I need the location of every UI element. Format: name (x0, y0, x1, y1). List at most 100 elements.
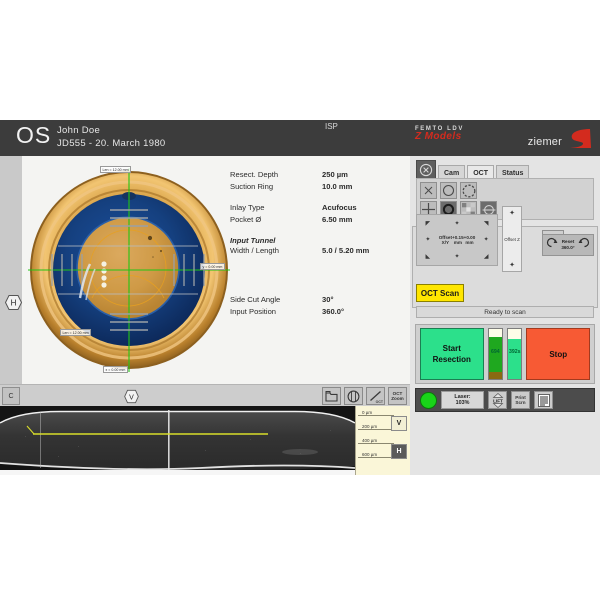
ziemer-logo-icon (566, 128, 592, 150)
offset-z-label: Offset Z (504, 236, 520, 242)
nudge-down-right-button[interactable]: ◢ (475, 248, 497, 265)
product-brand: FEMTO LDV Z Models (415, 126, 464, 142)
imaging-pane: H Len = 12.00 mm Len = 12.00 mm y = 0.00… (0, 156, 410, 406)
param-row: Pocket Ø 6.50 mm (230, 215, 410, 227)
left-gutter (0, 156, 22, 384)
param-key: Suction Ring (230, 182, 274, 191)
param-key: Side Cut Angle (230, 295, 281, 304)
rotate-cw-button[interactable] (578, 236, 591, 254)
nudge-down-button[interactable]: ✦ (439, 248, 476, 265)
image-toolbar: C V OCT OCT Zoom (0, 384, 410, 406)
print-line2: Scrn (515, 400, 526, 405)
scale-tick: 0 µm (358, 410, 394, 416)
scale-vertical-button[interactable]: V (391, 416, 407, 431)
scale-tick: 200 µm (358, 424, 394, 430)
company-name: ziemer (527, 136, 562, 148)
scan-status-bar: Ready to scan (416, 306, 594, 318)
gauge-shot-count: 694 (487, 328, 503, 380)
laser-value: 103% (455, 400, 470, 406)
system-status-bar: Laser: 103% LIFT Print Scrn (415, 388, 595, 412)
start-resection-button[interactable]: Start Resection (420, 328, 484, 380)
lift-button[interactable]: LIFT (488, 391, 507, 409)
image-label-right: y = 0.00 mm (200, 263, 225, 270)
rotation-reset-readout[interactable]: Reset 360.0° (561, 239, 574, 251)
brand-line-2: Z Models (415, 131, 462, 142)
gauge-left-marker (488, 372, 502, 379)
patient-id-dob: JD555 - 20. March 1980 (57, 138, 166, 149)
scale-horizontal-button[interactable]: H (391, 444, 407, 459)
start-button-line1: Start (442, 344, 461, 353)
oct-zoom-button[interactable]: OCT Zoom (388, 387, 407, 405)
param-value: 6.50 mm (322, 215, 353, 224)
no-overlay-icon[interactable] (420, 182, 437, 199)
param-value: 10.0 mm (322, 182, 353, 191)
patient-name: John Doe (57, 125, 101, 136)
param-value: 30° (322, 295, 334, 304)
oct-circle-icon[interactable] (344, 387, 363, 405)
offset-xy-readout: Offset X/Y +0.15 mm +0.00 mm (439, 232, 476, 249)
c-button[interactable]: C (2, 387, 20, 405)
stop-button[interactable]: Stop (526, 328, 590, 380)
param-row: Resect. Depth 250 µm (230, 170, 410, 182)
svg-text:LIFT: LIFT (493, 398, 503, 403)
image-tool-buttons: OCT OCT Zoom (322, 387, 407, 405)
svg-text:H: H (11, 299, 17, 308)
folder-icon[interactable] (322, 387, 341, 405)
gauge-left-value: 694 (490, 349, 500, 355)
rotation-control: Reset 360.0° (542, 234, 594, 256)
param-group-resection: Resect. Depth 250 µm Suction Ring 10.0 m… (230, 170, 410, 194)
nudge-left-button[interactable]: ✦ (417, 232, 439, 249)
offset-xy-title: Offset X/Y (438, 234, 453, 245)
oct-bscan-svg (0, 406, 355, 475)
gauge-right-fill (508, 339, 522, 379)
param-key: Resect. Depth (230, 170, 279, 179)
resection-action-panel: Start Resection 694 392s Stop (415, 324, 595, 384)
offset-z-control[interactable]: ✦ Offset Z ✦ (502, 206, 522, 272)
circle-overlay-icon[interactable] (440, 182, 457, 199)
view-tabs: Cam OCT Status (416, 160, 530, 180)
oct-line-icon[interactable]: OCT (366, 387, 385, 405)
orientation-h-icon[interactable]: H (4, 294, 23, 311)
image-label-bottom: x = 0.00 mm (103, 366, 128, 373)
print-screen-button[interactable]: Print Scrn (511, 391, 530, 409)
param-row: Inlay Type Acufocus (230, 203, 410, 215)
eye-camera-image[interactable]: Len = 12.00 mm Len = 12.00 mm y = 0.00 m… (22, 158, 235, 380)
app-header: OS John Doe JD555 - 20. March 1980 ISP F… (0, 120, 600, 156)
camera-target-icon[interactable] (416, 160, 436, 180)
offset-z-down-button[interactable]: ✦ (509, 261, 515, 271)
oct-scan-button[interactable]: OCT Scan (416, 284, 464, 302)
param-row: Suction Ring 10.0 mm (230, 182, 410, 194)
param-group-sidecut: Side Cut Angle 30° Input Position 360.0° (230, 295, 410, 319)
oct-zoom-line2: Zoom (391, 396, 404, 401)
rotate-ccw-button[interactable] (545, 236, 558, 254)
oct-bscan-view[interactable] (0, 406, 355, 475)
orientation-v-icon[interactable]: V (124, 389, 139, 404)
gauge-right-value: 392s (508, 349, 521, 355)
application-window: OS John Doe JD555 - 20. March 1980 ISP F… (0, 120, 600, 475)
control-panel: Cam OCT Status ◤ ✦ ◥ ✦ Offset X/Y +0.15 … (410, 156, 600, 475)
param-row: Side Cut Angle 30° (230, 295, 410, 307)
nudge-down-left-button[interactable]: ◣ (417, 248, 439, 265)
treatment-parameters: Resect. Depth 250 µm Suction Ring 10.0 m… (230, 170, 410, 328)
start-button-line2: Resection (432, 355, 471, 364)
param-value: 5.0 / 5.20 mm (322, 246, 370, 255)
param-value: Acufocus (322, 203, 357, 212)
nudge-up-left-button[interactable]: ◤ (417, 215, 439, 232)
offset-z-up-button[interactable]: ✦ (509, 207, 515, 217)
offset-xy-pad[interactable]: ◤ ✦ ◥ ✦ Offset X/Y +0.15 mm +0.00 mm ✦ ◣… (416, 214, 498, 266)
param-row: Width / Length 5.0 / 5.20 mm (230, 246, 410, 258)
nudge-up-button[interactable]: ✦ (439, 215, 476, 232)
scale-tick: 400 µm (358, 438, 394, 444)
param-row: Input Position 360.0° (230, 307, 410, 319)
eye-side-label: OS (16, 122, 52, 148)
nudge-up-right-button[interactable]: ◥ (475, 215, 497, 232)
offset-x-value: +0.15 mm (452, 234, 464, 245)
dashed-circle-overlay-icon[interactable] (460, 182, 477, 199)
param-key: Input Position (230, 307, 277, 316)
svg-text:V: V (129, 394, 134, 401)
list-log-button[interactable] (534, 391, 553, 409)
mode-label: ISP (325, 122, 338, 131)
nudge-right-button[interactable]: ✦ (475, 232, 497, 249)
laser-power-readout[interactable]: Laser: 103% (441, 391, 484, 409)
param-group-input-tunnel: Input Tunnel Width / Length 5.0 / 5.20 m… (230, 236, 410, 258)
